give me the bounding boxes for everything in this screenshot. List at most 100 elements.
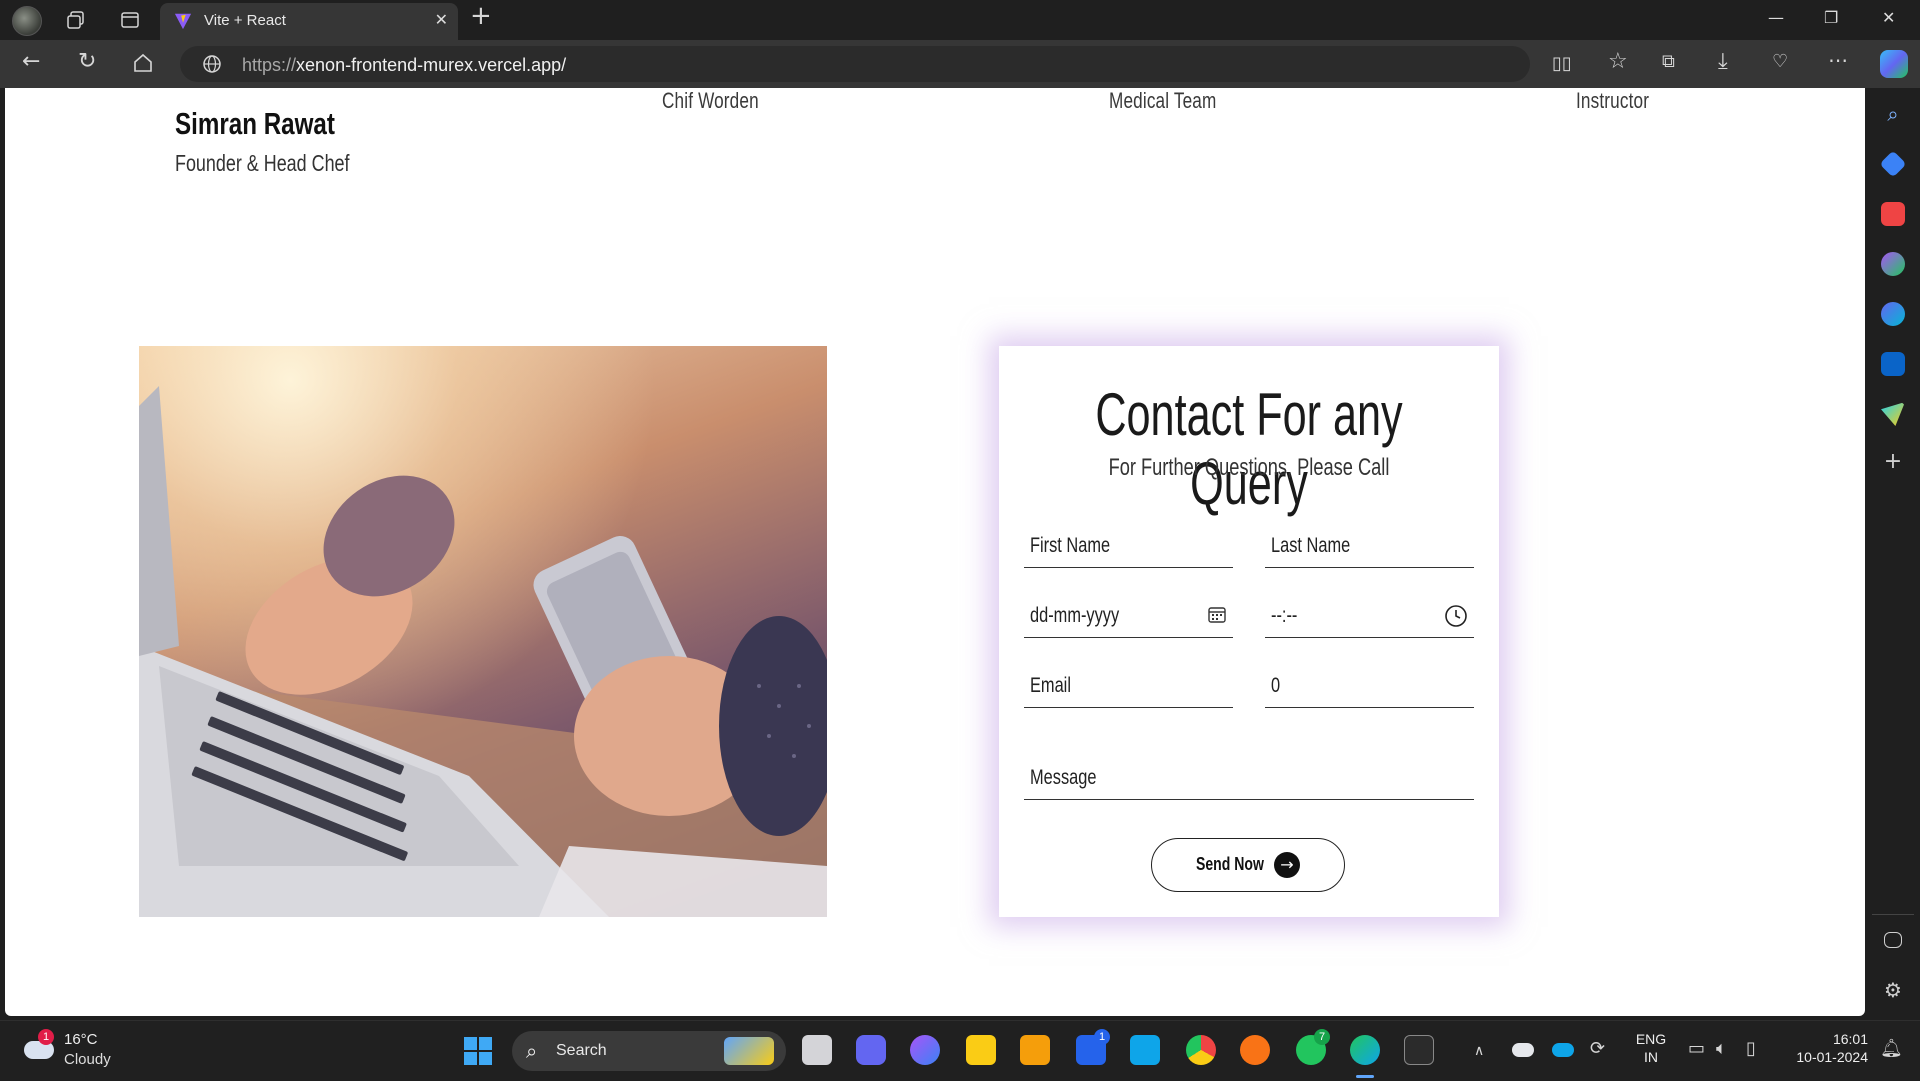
team-label-medical-team: Medical Team bbox=[1109, 88, 1217, 113]
favorites-icon[interactable]: ☆ bbox=[1608, 51, 1628, 73]
chrome-icon[interactable] bbox=[1186, 1035, 1216, 1065]
downloads-icon[interactable]: ⤓ bbox=[1718, 51, 1728, 73]
sidebar-divider bbox=[1872, 914, 1914, 915]
date-placeholder: dd-mm-yyyy bbox=[1030, 604, 1120, 627]
windows-taskbar: 1 16°C Cloudy ⌕ Search 1 7 ∧ ⟳ ENG IN ▭ … bbox=[0, 1020, 1920, 1080]
vite-icon bbox=[174, 13, 192, 30]
date-field[interactable]: dd-mm-yyyy bbox=[1024, 598, 1233, 638]
sidebar-settings-icon[interactable]: ⚙ bbox=[1881, 978, 1905, 1002]
sublime-text-icon[interactable] bbox=[1020, 1035, 1050, 1065]
site-info-icon[interactable] bbox=[202, 54, 222, 78]
tools-icon[interactable] bbox=[1881, 202, 1905, 226]
time-placeholder: --:-- bbox=[1271, 604, 1298, 627]
clock-icon[interactable] bbox=[1444, 604, 1468, 632]
browser-tab-bar: Vite + React ✕ + — ❐ ✕ bbox=[0, 0, 1920, 40]
input-language[interactable]: ENG IN bbox=[1634, 1031, 1668, 1065]
language-region: IN bbox=[1644, 1049, 1658, 1065]
team-label-instructor: Instructor bbox=[1576, 88, 1650, 113]
taskbar-search-label: Search bbox=[556, 1042, 607, 1059]
weather-temperature: 16°C bbox=[64, 1031, 98, 1048]
games-icon[interactable] bbox=[1881, 252, 1905, 276]
edge-active-indicator bbox=[1356, 1075, 1374, 1078]
profile-avatar[interactable] bbox=[12, 6, 42, 36]
weather-condition: Cloudy bbox=[64, 1051, 111, 1068]
add-app-icon[interactable]: + bbox=[1881, 450, 1905, 474]
refresh-icon[interactable]: ↻ bbox=[78, 51, 96, 73]
phone-field[interactable]: 0 bbox=[1265, 668, 1474, 708]
notifications-icon[interactable]: 🔔︎ bbox=[1880, 1039, 1903, 1059]
onedrive-icon[interactable] bbox=[1552, 1043, 1574, 1057]
outlook-icon[interactable] bbox=[1881, 352, 1905, 376]
clock[interactable]: 16:01 10-01-2024 bbox=[1784, 1031, 1868, 1065]
vertical-tabs-icon[interactable] bbox=[120, 10, 140, 35]
page-viewport: Chif Worden Medical Team Instructor Simr… bbox=[5, 88, 1865, 1016]
search-icon[interactable]: ⌕ bbox=[1881, 102, 1905, 126]
language-code: ENG bbox=[1635, 1031, 1667, 1047]
time-field[interactable]: --:-- bbox=[1265, 598, 1474, 638]
contact-photo bbox=[139, 346, 827, 917]
browser-tab-active[interactable]: Vite + React ✕ bbox=[160, 3, 458, 40]
settings-more-icon[interactable]: ⋯ bbox=[1828, 50, 1848, 70]
collections-icon[interactable]: ⧉ bbox=[1662, 52, 1675, 72]
file-explorer-icon[interactable] bbox=[966, 1035, 996, 1065]
postman-icon[interactable] bbox=[1240, 1035, 1270, 1065]
tab-close-icon[interactable]: ✕ bbox=[435, 10, 448, 29]
network-icon[interactable]: ▭ bbox=[1688, 1039, 1705, 1059]
drop-icon[interactable] bbox=[1881, 402, 1905, 426]
whatsapp-badge: 7 bbox=[1314, 1029, 1330, 1045]
sync-icon[interactable]: ⟳ bbox=[1590, 1039, 1605, 1059]
first-name-placeholder: First Name bbox=[1030, 534, 1111, 557]
task-view-icon[interactable] bbox=[802, 1035, 832, 1065]
contact-form-title: Contact For any Query bbox=[1095, 381, 1403, 517]
url-scheme: https:// bbox=[242, 55, 297, 75]
clock-date: 10-01-2024 bbox=[1796, 1049, 1868, 1065]
hide-sidebar-icon[interactable] bbox=[1884, 932, 1902, 948]
browser-toolbar: ← ↻ https://xenon-frontend-murex.vercel.… bbox=[0, 40, 1920, 88]
copilot-taskbar-icon[interactable] bbox=[910, 1035, 940, 1065]
calendar-icon[interactable] bbox=[1207, 604, 1227, 628]
weather-widget[interactable]: 1 16°C Cloudy bbox=[18, 1021, 138, 1081]
new-tab-button[interactable]: + bbox=[470, 3, 492, 29]
browser-essentials-icon[interactable]: ♡ bbox=[1772, 52, 1788, 72]
start-button[interactable] bbox=[464, 1037, 492, 1065]
tray-overflow-icon[interactable]: ∧ bbox=[1474, 1041, 1484, 1061]
arrow-right-icon: → bbox=[1274, 852, 1300, 878]
clock-time: 16:01 bbox=[1832, 1031, 1868, 1047]
meet-icon[interactable] bbox=[856, 1035, 886, 1065]
contact-form-subtitle: For Further Questions, Please Call bbox=[1108, 454, 1390, 481]
url-host: xenon-frontend-murex.vercel.app/ bbox=[296, 55, 567, 75]
last-name-placeholder: Last Name bbox=[1271, 534, 1351, 557]
battery-icon[interactable]: ▯ bbox=[1746, 1039, 1756, 1059]
back-icon[interactable]: ← bbox=[22, 51, 40, 73]
taskbar-search[interactable]: ⌕ Search bbox=[512, 1031, 786, 1071]
edge-sidebar: ⌕ + ⚙ bbox=[1866, 88, 1920, 1016]
copilot-icon[interactable] bbox=[1880, 50, 1908, 78]
vscode-icon[interactable] bbox=[1130, 1035, 1160, 1065]
restore-icon[interactable]: ❐ bbox=[1824, 8, 1838, 27]
edge-icon[interactable] bbox=[1350, 1035, 1380, 1065]
chef-name: Simran Rawat bbox=[175, 106, 335, 141]
home-icon[interactable] bbox=[132, 52, 154, 79]
last-name-field[interactable]: Last Name bbox=[1265, 528, 1474, 568]
first-name-field[interactable]: First Name bbox=[1024, 528, 1233, 568]
minimize-icon[interactable]: — bbox=[1768, 8, 1784, 27]
chef-role: Founder & Head Chef bbox=[175, 150, 350, 176]
send-now-label: Send Now bbox=[1196, 854, 1264, 874]
message-placeholder: Message bbox=[1030, 766, 1097, 789]
send-now-button[interactable]: Send Now → bbox=[1151, 838, 1345, 892]
weather-badge: 1 bbox=[38, 1029, 54, 1045]
workspaces-icon[interactable] bbox=[66, 10, 86, 35]
tab-title: Vite + React bbox=[204, 12, 286, 29]
url-text[interactable]: https://xenon-frontend-murex.vercel.app/ bbox=[242, 55, 566, 76]
contact-form-card: Contact For any Query For Further Questi… bbox=[999, 346, 1499, 917]
onedrive-personal-icon[interactable] bbox=[1512, 1043, 1534, 1057]
split-screen-icon[interactable]: ▯▯ bbox=[1552, 54, 1572, 74]
address-bar[interactable]: https://xenon-frontend-murex.vercel.app/ bbox=[180, 46, 1530, 82]
terminal-icon[interactable] bbox=[1404, 1035, 1434, 1065]
shopping-tag-icon[interactable] bbox=[1879, 150, 1907, 178]
volume-icon[interactable]: 🔈︎ bbox=[1716, 1039, 1727, 1059]
message-field[interactable]: Message bbox=[1024, 760, 1474, 800]
copilot-app-icon[interactable] bbox=[1881, 302, 1905, 326]
email-field[interactable]: Email bbox=[1024, 668, 1233, 708]
close-window-icon[interactable]: ✕ bbox=[1882, 8, 1895, 27]
